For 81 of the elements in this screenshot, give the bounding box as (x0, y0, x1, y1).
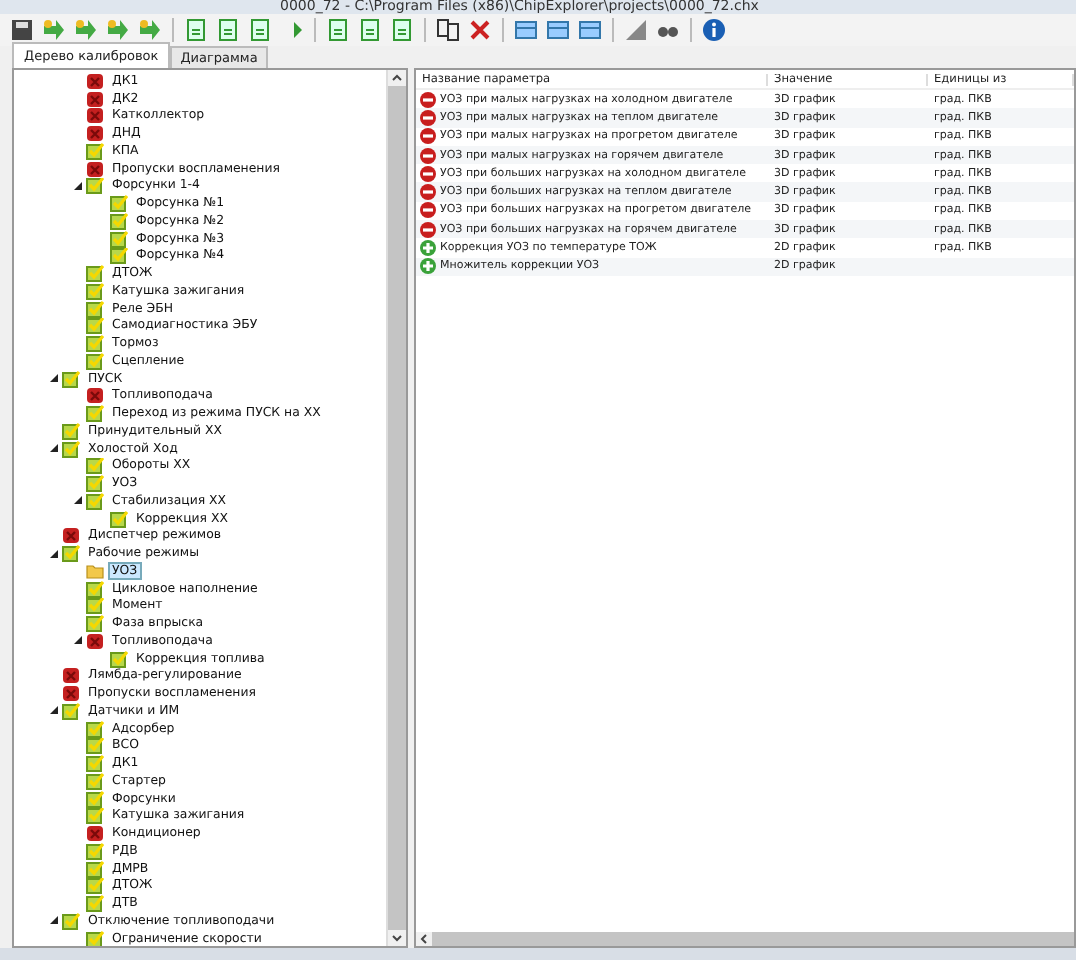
check-icon (110, 649, 128, 667)
collapse-arrow-icon[interactable] (50, 444, 58, 453)
check-icon (86, 597, 104, 615)
check-icon (86, 474, 104, 492)
collapse-arrow-icon[interactable] (50, 916, 58, 925)
table-icon[interactable] (578, 18, 602, 42)
document-icon[interactable] (390, 18, 414, 42)
arrow-icon[interactable] (42, 18, 66, 42)
check-icon (86, 492, 104, 510)
check-icon (86, 719, 104, 737)
collapse-arrow-icon[interactable] (50, 706, 58, 715)
collapse-arrow-icon[interactable] (74, 636, 82, 645)
delete-icon[interactable] (468, 18, 492, 42)
copy-icon[interactable] (436, 18, 460, 42)
check-icon (86, 789, 104, 807)
check-icon (86, 352, 104, 370)
check-icon (62, 702, 80, 720)
scrollbar[interactable] (386, 70, 406, 946)
save-icon[interactable] (10, 18, 34, 42)
error-icon (62, 684, 80, 702)
check-icon (86, 929, 104, 946)
check-icon (86, 754, 104, 772)
check-icon (110, 212, 128, 230)
check-icon (62, 439, 80, 457)
document-icon[interactable] (216, 18, 240, 42)
check-icon (86, 299, 104, 317)
scroll-up-icon[interactable] (388, 70, 406, 86)
check-icon (86, 264, 104, 282)
scrollbar[interactable] (416, 932, 1074, 946)
check-icon (86, 807, 104, 825)
check-icon (86, 737, 104, 755)
scroll-left-icon[interactable] (416, 932, 432, 946)
document-icon[interactable] (326, 18, 350, 42)
check-icon (86, 317, 104, 335)
error-icon (86, 89, 104, 107)
check-icon (110, 247, 128, 265)
triangle-icon[interactable] (624, 18, 648, 42)
document-icon[interactable] (184, 18, 208, 42)
check-icon (62, 369, 80, 387)
collapse-arrow-icon[interactable] (50, 374, 58, 383)
check-icon (86, 842, 104, 860)
check-icon (86, 334, 104, 352)
error-icon (86, 632, 104, 650)
error-icon (86, 824, 104, 842)
check-icon (110, 194, 128, 212)
check-icon (62, 544, 80, 562)
check-icon (110, 229, 128, 247)
check-icon (86, 457, 104, 475)
collapse-arrow-icon[interactable] (50, 549, 58, 558)
check-icon (86, 282, 104, 300)
arrow-icon[interactable] (138, 18, 162, 42)
document-icon[interactable] (358, 18, 382, 42)
check-icon (86, 404, 104, 422)
error-icon (62, 667, 80, 685)
document-icon[interactable] (248, 18, 272, 42)
check-icon (62, 912, 80, 930)
folder-icon (86, 562, 104, 580)
table-icon[interactable] (514, 18, 538, 42)
error-icon (62, 527, 80, 545)
arrow-icon[interactable] (74, 18, 98, 42)
scroll-down-icon[interactable] (388, 930, 406, 946)
error-icon (86, 124, 104, 142)
check-icon (86, 142, 104, 160)
error-icon (86, 72, 104, 90)
check-icon (86, 859, 104, 877)
error-icon (86, 387, 104, 405)
check-icon (62, 422, 80, 440)
collapse-arrow-icon[interactable] (74, 496, 82, 505)
check-icon (86, 877, 104, 895)
error-icon (86, 159, 104, 177)
collapse-arrow-icon[interactable] (74, 181, 82, 190)
check-icon (86, 579, 104, 597)
arrow-icon[interactable] (106, 18, 130, 42)
table-icon[interactable] (546, 18, 570, 42)
check-icon (110, 509, 128, 527)
info-icon[interactable] (702, 18, 726, 42)
check-icon (86, 177, 104, 195)
check-icon (86, 772, 104, 790)
error-icon (86, 107, 104, 125)
check-icon (86, 614, 104, 632)
check-icon (86, 894, 104, 912)
